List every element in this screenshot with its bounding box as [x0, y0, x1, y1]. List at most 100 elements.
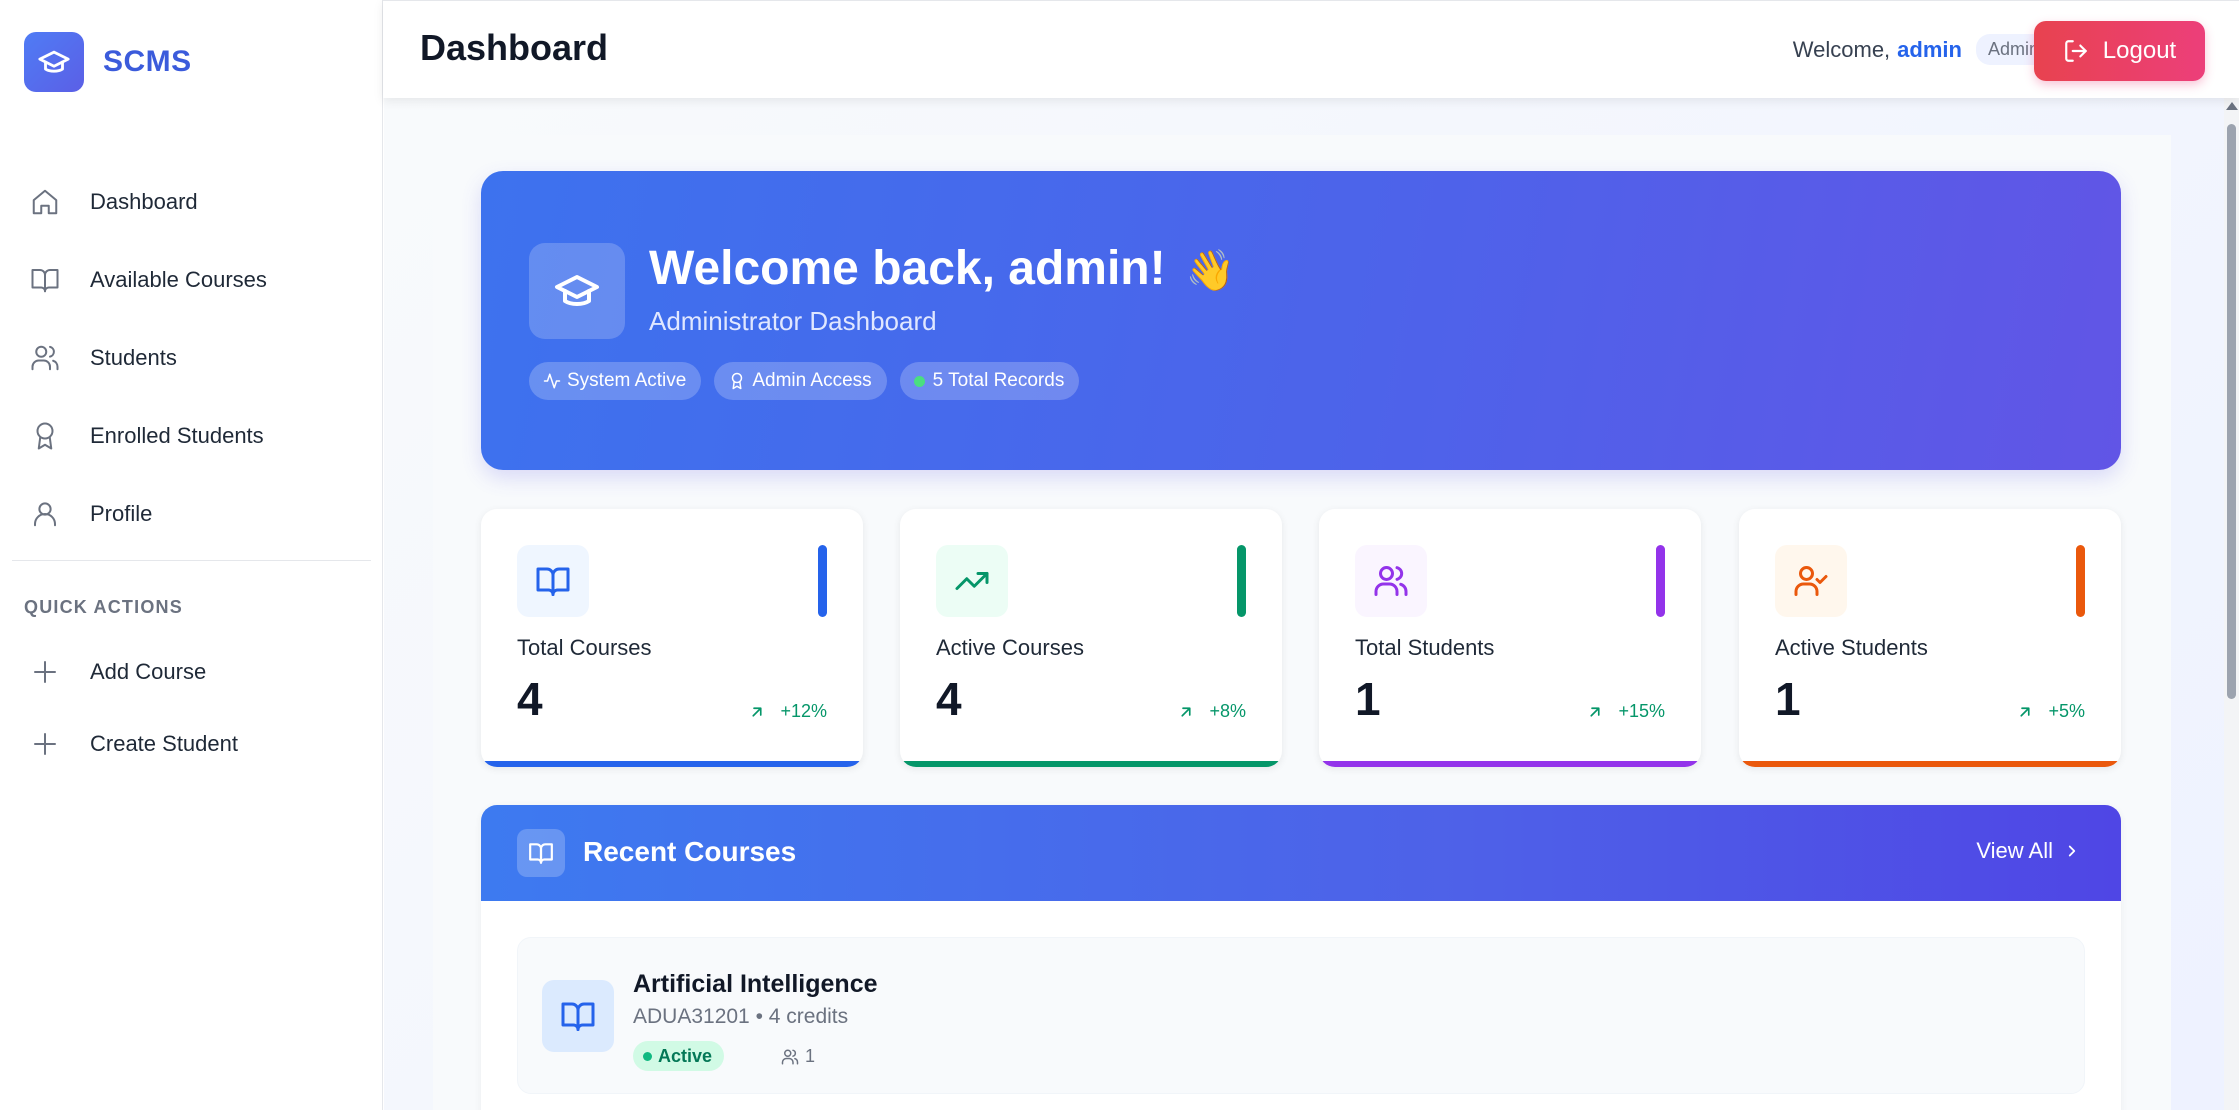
status-dot [643, 1051, 652, 1061]
stat-trend-value: +5% [2048, 701, 2085, 721]
home-icon [30, 187, 60, 217]
arrow-up-right-icon [1586, 703, 1604, 721]
welcome-subtitle: Administrator Dashboard [649, 306, 937, 336]
book-icon [517, 829, 565, 877]
username: admin [1897, 36, 1962, 62]
book-icon [517, 545, 589, 617]
status-dot [913, 375, 925, 387]
sidebar-item-label: Students [90, 345, 177, 370]
top-header: Dashboard Welcome, admin Admin Logout [383, 0, 2239, 98]
stat-label: Total Students [1355, 635, 1495, 660]
stat-label: Total Courses [517, 635, 652, 660]
course-name: Artificial Intelligence [633, 970, 878, 998]
user-icon [30, 499, 60, 529]
stat-bottom-bar [1739, 761, 2121, 767]
welcome-prefix: Welcome, [1792, 36, 1891, 62]
stat-accent-bar [2076, 545, 2085, 617]
users-icon [1355, 545, 1427, 617]
scroll-up-arrow-icon[interactable] [2226, 102, 2238, 110]
trending-up-icon [936, 545, 1008, 617]
sidebar-item-available-courses[interactable]: Available Courses [12, 241, 371, 319]
stat-card-total-courses[interactable]: Total Courses 4 +12% [481, 509, 863, 767]
stat-bottom-bar [900, 761, 1282, 767]
logout-label: Logout [2102, 37, 2177, 64]
brand[interactable]: SCMS [24, 32, 192, 92]
create-student-button[interactable]: Create Student [12, 708, 371, 780]
sidebar-item-students[interactable]: Students [12, 319, 371, 397]
view-all-link[interactable]: View All [1976, 838, 2081, 864]
enrolled-count-value: 1 [805, 1046, 816, 1066]
recent-courses-title: Recent Courses [583, 836, 797, 867]
logout-button[interactable]: Logout [2034, 21, 2205, 81]
stat-trend: +15% [1586, 701, 1665, 722]
sidebar-item-dashboard[interactable]: Dashboard [12, 163, 371, 241]
logout-icon [2063, 38, 2089, 64]
arrow-up-right-icon [748, 703, 766, 721]
graduation-cap-icon [24, 32, 84, 92]
sidebar: SCMS Dashboard Available Courses Student… [0, 0, 383, 1110]
welcome-heading: Welcome back, admin! 👋 [649, 241, 1235, 296]
stat-accent-bar [1237, 545, 1246, 617]
tag-system-active: System Active [529, 362, 702, 400]
stat-card-total-students[interactable]: Total Students 1 +15% [1319, 509, 1701, 767]
tag-admin-access: Admin Access [714, 362, 887, 400]
welcome-heading-text: Welcome back, admin! [649, 242, 1166, 295]
award-icon [30, 421, 60, 451]
award-icon [728, 372, 746, 390]
sidebar-item-enrolled-students[interactable]: Enrolled Students [12, 397, 371, 475]
tag-label: 5 Total Records [932, 370, 1065, 391]
graduation-cap-icon [529, 243, 625, 339]
stat-trend-value: +15% [1618, 701, 1665, 721]
sidebar-item-label: Profile [90, 501, 153, 526]
stat-label: Active Courses [936, 635, 1084, 660]
stat-trend: +5% [2016, 701, 2085, 722]
plus-icon [30, 729, 60, 759]
sidebar-item-label: Enrolled Students [90, 423, 264, 448]
chevron-right-icon [2063, 842, 2081, 860]
plus-icon [30, 657, 60, 687]
stat-label: Active Students [1775, 635, 1928, 660]
sidebar-divider [12, 560, 371, 561]
user-check-icon [1775, 545, 1847, 617]
quick-actions-title: QUICK ACTIONS [24, 597, 183, 617]
wave-emoji: 👋 [1185, 249, 1236, 293]
recent-courses-header: Recent Courses View All [481, 805, 2121, 901]
stat-card-active-students[interactable]: Active Students 1 +5% [1739, 509, 2121, 767]
stat-accent-bar [818, 545, 827, 617]
tag-total-records: 5 Total Records [899, 362, 1080, 400]
sidebar-item-profile[interactable]: Profile [12, 475, 371, 553]
sidebar-item-label: Available Courses [90, 267, 267, 292]
stat-value: 1 [1355, 673, 1381, 725]
create-student-label: Create Student [90, 731, 238, 756]
hero-tags: System Active Admin Access 5 Total Recor… [529, 362, 1092, 400]
quick-actions: Add Course Create Student [12, 636, 371, 780]
status-badge: Active [633, 1041, 725, 1071]
recent-courses-panel: Recent Courses View All Artificial Intel… [481, 805, 2121, 1110]
page-title: Dashboard [420, 27, 609, 68]
stat-trend: +12% [748, 701, 827, 722]
stat-value: 1 [1775, 673, 1801, 725]
tag-label: System Active [567, 370, 687, 391]
users-icon [781, 1048, 799, 1066]
add-course-button[interactable]: Add Course [12, 636, 371, 708]
stats-grid: Total Courses 4 +12% Active Courses 4 +8… [481, 509, 2121, 767]
scrollbar-thumb[interactable] [2227, 124, 2236, 699]
course-meta: ADUA31201 • 4 credits [633, 1005, 849, 1028]
stat-trend-value: +12% [780, 701, 827, 721]
stat-value: 4 [936, 673, 962, 725]
book-icon [542, 980, 614, 1052]
welcome-banner: Welcome back, admin! 👋 Administrator Dash… [481, 171, 2121, 470]
book-icon [30, 265, 60, 295]
stat-bottom-bar [481, 761, 863, 767]
status-label: Active [658, 1045, 713, 1066]
stat-trend-value: +8% [1209, 701, 1246, 721]
course-list-item[interactable]: Artificial Intelligence ADUA31201 • 4 cr… [517, 937, 2085, 1094]
tag-label: Admin Access [752, 370, 872, 391]
add-course-label: Add Course [90, 659, 207, 684]
stat-accent-bar [1656, 545, 1665, 617]
sidebar-item-label: Dashboard [90, 189, 198, 214]
stat-value: 4 [517, 673, 543, 725]
stat-card-active-courses[interactable]: Active Courses 4 +8% [900, 509, 1282, 767]
users-icon [30, 343, 60, 373]
sidebar-nav: Dashboard Available Courses Students Enr… [12, 163, 371, 553]
